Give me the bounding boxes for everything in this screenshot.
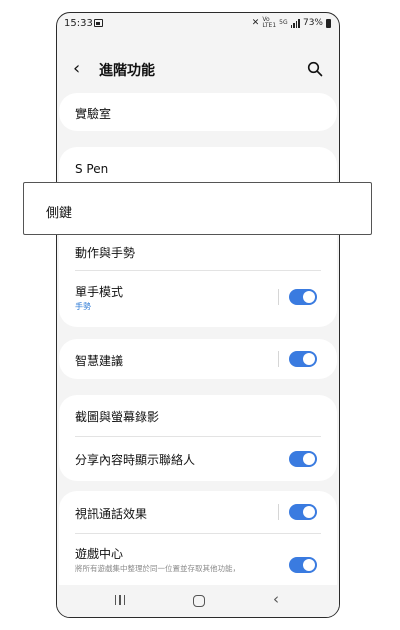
network-5g-label: 5G — [279, 19, 288, 26]
status-bar: 15:33 ✕ Vo LTE1 5G 73% — [57, 13, 339, 37]
row-screenshots[interactable]: 截圖與螢幕錄影 — [59, 395, 337, 437]
volte-label: Vo LTE1 — [262, 17, 276, 29]
row-one-handed-label: 單手模式 — [75, 285, 124, 299]
card-screenshots-group: 截圖與螢幕錄影 分享內容時顯示聯絡人 — [59, 395, 337, 481]
row-lab-label: 實驗室 — [75, 107, 112, 121]
status-time: 15:33 — [64, 18, 93, 29]
row-one-handed[interactable]: 單手模式 手勢 — [59, 279, 337, 323]
recent-apps-icon[interactable] — [115, 595, 125, 605]
side-key-popup-label: 側鍵 — [46, 206, 73, 221]
row-motions[interactable]: 動作與手勢 — [59, 235, 337, 271]
row-lab[interactable]: 實驗室 — [59, 93, 337, 131]
nav-back-icon[interactable]: ‹ — [273, 591, 279, 607]
row-game-center-label: 遊戲中心 — [75, 547, 124, 561]
mute-icon: ✕ — [251, 18, 260, 28]
side-key-popup[interactable]: 側鍵 — [23, 182, 372, 235]
row-one-handed-sub[interactable]: 手勢 — [75, 301, 91, 312]
vertical-separator — [278, 351, 279, 367]
battery-icon — [326, 18, 331, 28]
row-video-call[interactable]: 視訊通話效果 — [59, 491, 337, 533]
smart-suggestions-toggle[interactable] — [289, 351, 317, 367]
divider — [75, 533, 321, 534]
status-right: ✕ Vo LTE1 5G 73% — [252, 17, 331, 29]
row-smart-suggestions[interactable]: 智慧建議 — [59, 339, 337, 379]
one-handed-toggle[interactable] — [289, 289, 317, 305]
vertical-separator — [278, 504, 279, 520]
game-center-toggle[interactable] — [289, 557, 317, 573]
divider — [75, 270, 321, 271]
page-title: 進階功能 — [99, 63, 155, 79]
signal-icon — [290, 18, 300, 28]
row-motions-label: 動作與手勢 — [75, 246, 136, 260]
row-smart-suggestions-label: 智慧建議 — [75, 354, 124, 368]
share-contacts-toggle[interactable] — [289, 451, 317, 467]
row-screenshots-label: 截圖與螢幕錄影 — [75, 410, 160, 424]
vertical-separator — [278, 289, 279, 305]
card-smart-suggestions: 智慧建議 — [59, 339, 337, 379]
phone-frame: 15:33 ✕ Vo LTE1 5G 73% ‹ 進階功能 實驗室 S Pen … — [56, 12, 340, 618]
row-game-center-desc: 將所有遊戲集中整理於同一位置並存取其他功能， — [75, 564, 240, 573]
navigation-bar: ‹ — [57, 585, 339, 617]
row-share-contacts[interactable]: 分享內容時顯示聯絡人 — [59, 437, 337, 481]
header: ‹ 進階功能 — [57, 53, 339, 89]
volte-bottom: LTE1 — [262, 22, 277, 29]
video-call-toggle[interactable] — [289, 504, 317, 520]
home-icon[interactable] — [193, 595, 205, 607]
battery-percent: 73% — [302, 18, 323, 28]
row-spen-label: S Pen — [75, 162, 109, 176]
row-video-call-label: 視訊通話效果 — [75, 507, 148, 521]
row-share-contacts-label: 分享內容時顯示聯絡人 — [75, 453, 196, 467]
search-icon[interactable] — [307, 61, 323, 77]
gallery-notification-icon — [94, 19, 103, 27]
back-arrow-icon[interactable]: ‹ — [73, 59, 80, 79]
card-spen-group: S Pen 動作與手勢 單手模式 手勢 — [59, 147, 337, 327]
card-lab: 實驗室 — [59, 93, 337, 131]
